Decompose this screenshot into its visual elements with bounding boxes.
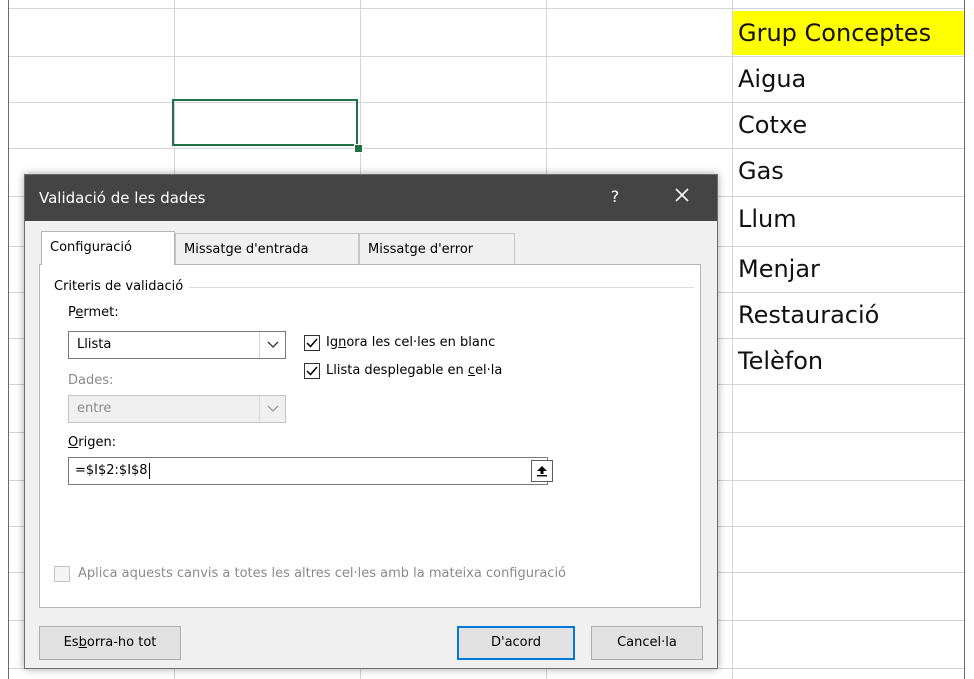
close-icon[interactable] <box>665 183 699 211</box>
chevron-down-icon <box>259 396 285 422</box>
apply-all-checkbox <box>54 566 70 582</box>
data-select: entre <box>68 395 286 423</box>
source-input[interactable]: =$I$2:$I$8 <box>68 457 548 485</box>
checkmark-icon <box>306 366 318 376</box>
list-item-cell[interactable]: Telèfon <box>738 338 823 384</box>
source-input-value: =$I$2:$I$8 <box>75 462 150 479</box>
list-item-cell[interactable]: Restauració <box>738 292 879 338</box>
ignore-blank-checkbox[interactable] <box>304 335 320 351</box>
gridline-row <box>9 56 964 57</box>
list-item-cell[interactable]: Llum <box>738 196 797 242</box>
source-label: Origen: <box>68 435 117 450</box>
validation-criteria-label: Criteris de validació <box>54 279 190 294</box>
ignore-blank-label: Ignora les cel·les en blanc <box>326 335 496 350</box>
ok-button[interactable]: D'acord <box>457 626 575 660</box>
tab-missatge-entrada[interactable]: Missatge d'entrada <box>175 233 359 265</box>
list-item-cell[interactable]: Menjar <box>738 246 820 292</box>
settings-panel: Criteris de validació Permet: Llista Dad… <box>39 264 701 608</box>
help-button[interactable]: ? <box>603 185 627 209</box>
list-header-cell[interactable]: Grup Conceptes <box>733 11 964 55</box>
list-item-cell[interactable]: Gas <box>738 148 784 194</box>
allow-select[interactable]: Llista <box>68 331 286 359</box>
gridline-col <box>732 0 733 679</box>
cancel-button[interactable]: Cancel·la <box>591 626 703 660</box>
checkmark-icon <box>306 338 318 348</box>
list-item-cell[interactable]: Cotxe <box>738 102 807 148</box>
clear-all-button[interactable]: Esborra-ho tot <box>39 626 181 660</box>
tab-missatge-error[interactable]: Missatge d'error <box>359 233 515 265</box>
sheet-right-border <box>964 0 965 679</box>
dialog-titlebar[interactable]: Validació de les dades ? <box>25 175 717 221</box>
tab-configuracio[interactable]: Configuració <box>41 231 175 265</box>
chevron-down-icon[interactable] <box>259 332 285 358</box>
data-select-value: entre <box>77 401 112 416</box>
gridline-row <box>9 8 964 9</box>
allow-select-value: Llista <box>77 337 112 352</box>
apply-all-label: Aplica aquests canvis a totes les altres… <box>78 566 567 581</box>
in-cell-dropdown-label: Llista desplegable en cel·la <box>326 363 503 378</box>
fill-handle[interactable] <box>354 144 363 153</box>
gridline-row <box>9 148 964 149</box>
allow-label: Permet: <box>68 305 119 320</box>
selected-cell[interactable] <box>172 99 358 146</box>
list-item-cell[interactable]: Aigua <box>738 56 806 102</box>
collapse-dialog-arrow-icon[interactable] <box>531 460 553 482</box>
data-label: Dades: <box>68 373 114 388</box>
gridline-row <box>9 102 964 103</box>
data-validation-dialog: Validació de les dades ? Configuració Mi… <box>24 174 718 669</box>
in-cell-dropdown-checkbox[interactable] <box>304 363 320 379</box>
dialog-title: Validació de les dades <box>39 189 206 207</box>
